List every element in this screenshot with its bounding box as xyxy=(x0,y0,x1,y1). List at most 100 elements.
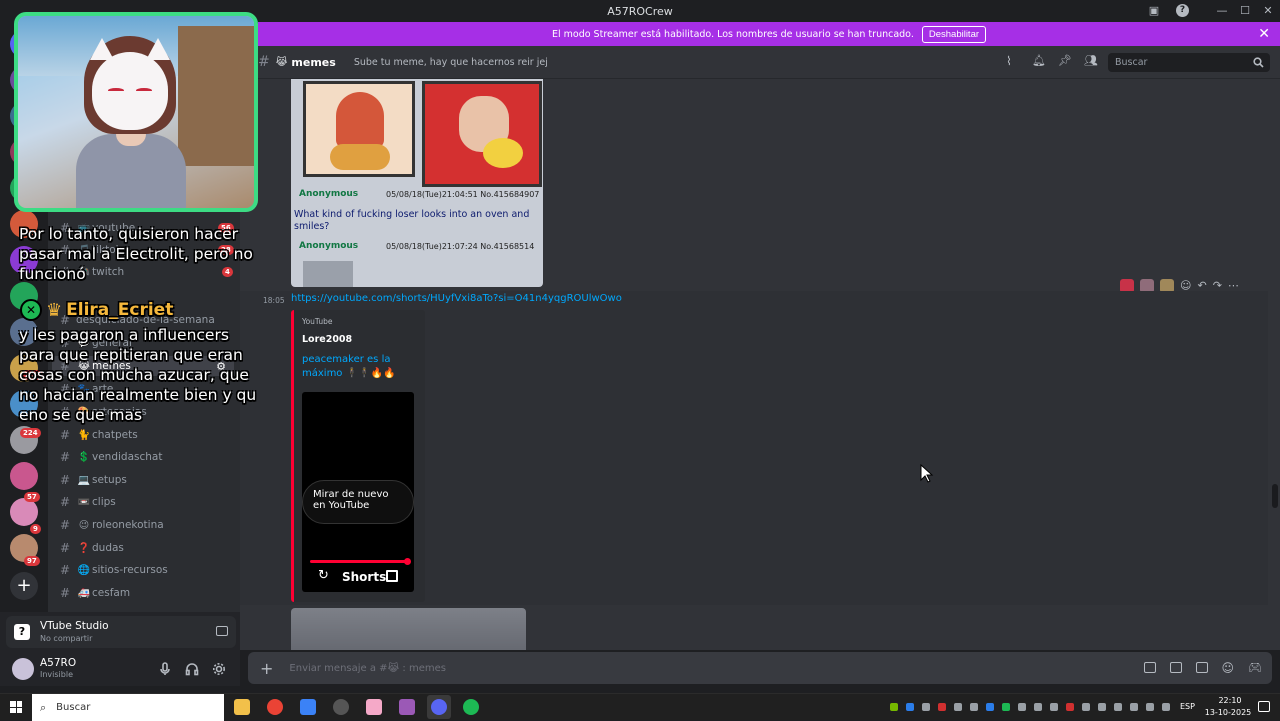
mouse-cursor-icon xyxy=(920,464,934,483)
sticker-icon[interactable] xyxy=(1196,662,1208,673)
overlay-caption: Por lo tanto, quisieron hacer pasar mal … xyxy=(19,225,253,283)
language-indicator[interactable]: ESP xyxy=(1180,702,1195,711)
disable-streamer-button[interactable]: Deshabilitar xyxy=(921,25,987,43)
close-icon[interactable]: ✕ xyxy=(1258,26,1270,42)
file-explorer-icon[interactable] xyxy=(234,699,250,715)
channel-cesfam[interactable]: # 🚑 cesfam xyxy=(60,583,130,603)
embed-author[interactable]: Lore2008 xyxy=(302,334,352,345)
volume-icon[interactable] xyxy=(1114,703,1122,711)
add-attachment-icon[interactable]: + xyxy=(260,659,273,678)
youtube-embed: YouTube Lore2008 peacemaker es la máximo… xyxy=(291,310,425,602)
gift-icon[interactable] xyxy=(1144,662,1156,673)
close-window-button[interactable]: ✕ xyxy=(1260,3,1276,19)
bluetooth-icon[interactable] xyxy=(906,703,914,711)
windows-start-icon[interactable] xyxy=(10,701,22,713)
progress-handle[interactable] xyxy=(404,558,411,565)
help-icon[interactable]: ? xyxy=(1176,4,1189,17)
embed-title[interactable]: peacemaker es la máximo 🕴🕴🔥🔥 xyxy=(302,353,420,381)
channel-sitios-recursos[interactable]: # 🌐 sitios-recursos xyxy=(60,560,168,580)
tray-icon[interactable] xyxy=(1162,703,1170,711)
threads-icon[interactable]: ⌇ xyxy=(1006,54,1012,68)
overlay-caption: y les pagaron a influencers para que rep… xyxy=(19,326,257,424)
tray-icon[interactable] xyxy=(1050,703,1058,711)
tray-icon[interactable] xyxy=(970,703,978,711)
gif-icon[interactable] xyxy=(1170,662,1182,673)
app-icon[interactable] xyxy=(300,699,316,715)
clock-time[interactable]: 22:10 xyxy=(1210,696,1250,705)
tray-icon[interactable] xyxy=(938,703,946,711)
post-text: What kind of fucking loser looks into an… xyxy=(294,209,530,232)
window-title: A57ROCrew xyxy=(607,4,673,18)
bookshelf xyxy=(178,26,254,166)
bell-icon[interactable]: 🔔︎ xyxy=(1032,54,1046,67)
tray-icon[interactable] xyxy=(1066,703,1074,711)
channel-dudas[interactable]: # ❓ dudas xyxy=(60,538,124,558)
youtube-link[interactable]: https://youtube.com/shorts/HUyfVxi8aTo?s… xyxy=(291,293,622,304)
user-panel: ? VTube Studio No compartir A57RO Invisi… xyxy=(0,612,240,686)
platform-icon: ✕ xyxy=(20,299,42,321)
post-name: Anonymous xyxy=(299,241,359,251)
watch-again-button[interactable]: Mirar de nuevo en YouTube xyxy=(302,480,414,524)
search-icon: ⌕ xyxy=(40,700,47,714)
avatar[interactable] xyxy=(12,658,34,680)
minimize-button[interactable]: — xyxy=(1214,3,1230,19)
video-player[interactable]: Mirar de nuevo en YouTube ↻ Shorts xyxy=(302,392,414,592)
taskbar-search[interactable]: ⌕ Buscar xyxy=(32,694,224,721)
add-server-icon[interactable]: + xyxy=(10,572,38,600)
meme-image[interactable]: Anonymous 05/08/18(Tue)21:04:51 No.41568… xyxy=(291,79,543,287)
chrome-icon[interactable] xyxy=(267,699,283,715)
tray-icon[interactable] xyxy=(1082,703,1090,711)
channel-topic: Sube tu meme, hay que hacernos reir jej xyxy=(353,56,548,68)
activity-card[interactable]: ? VTube Studio No compartir xyxy=(6,616,236,648)
discord-taskbar-button[interactable] xyxy=(427,695,451,719)
inbox-icon[interactable]: ▣ xyxy=(1146,3,1162,19)
crown-icon: ♛ xyxy=(46,299,63,321)
screen-share-icon[interactable] xyxy=(216,626,228,636)
clock-date[interactable]: 13-10-2025 xyxy=(1200,708,1256,717)
maximize-button[interactable]: ☐ xyxy=(1237,3,1253,19)
user-name: A57RO xyxy=(40,657,77,669)
channel-roleonekotina[interactable]: # 😉 roleonekotina xyxy=(60,515,164,535)
message-input[interactable]: Enviar mensaje a #😹 : memes xyxy=(289,663,446,674)
video-progress[interactable] xyxy=(310,560,408,563)
tray-icon[interactable] xyxy=(1146,703,1154,711)
notifications-icon[interactable] xyxy=(1258,701,1270,712)
tray-icon[interactable] xyxy=(1018,703,1026,711)
members-icon[interactable]: 👥︎ xyxy=(1084,54,1098,67)
message-list: Anonymous 05/08/18(Tue)21:04:51 No.41568… xyxy=(240,79,1280,650)
server-icon[interactable] xyxy=(10,462,38,490)
tray-icon[interactable] xyxy=(954,703,962,711)
vtube-studio-icon: ? xyxy=(14,624,30,640)
channel-setups[interactable]: # 💻 setups xyxy=(60,470,127,490)
tray-icon[interactable] xyxy=(922,703,930,711)
emoji-icon[interactable]: ☺ xyxy=(1221,661,1234,675)
fullscreen-icon[interactable] xyxy=(386,570,398,582)
tray-icon[interactable] xyxy=(1098,703,1106,711)
channel-title: memes xyxy=(291,55,336,69)
meme-panel-right xyxy=(422,81,542,187)
app-icon[interactable] xyxy=(399,699,415,715)
search-input[interactable]: Buscar xyxy=(1108,53,1270,72)
server-icon[interactable] xyxy=(10,498,38,526)
gear-icon[interactable] xyxy=(212,662,226,676)
spotify-icon[interactable] xyxy=(463,699,479,715)
microphone-icon[interactable] xyxy=(158,662,172,676)
network-icon[interactable] xyxy=(1130,703,1138,711)
channel-vendidaschat[interactable]: # 💲 vendidaschat xyxy=(60,447,162,467)
obs-icon[interactable] xyxy=(333,699,349,715)
message-composer[interactable]: + Enviar mensaje a #😹 : memes ☺ 🎮︎ xyxy=(248,652,1272,684)
replay-icon[interactable]: ↻ xyxy=(318,568,329,583)
tray-icon[interactable] xyxy=(1034,703,1042,711)
channel-chatpets[interactable]: # 🐈 chatpets xyxy=(60,425,138,445)
tray-icon[interactable] xyxy=(1002,703,1010,711)
scrollbar-thumb[interactable] xyxy=(1272,484,1278,508)
blurred-image[interactable] xyxy=(291,608,526,650)
channel-clips[interactable]: # 📼 clips xyxy=(60,492,116,512)
pin-icon[interactable]: 📌︎ xyxy=(1058,54,1072,67)
apps-icon[interactable]: 🎮︎ xyxy=(1248,661,1262,674)
user-status: Invisible xyxy=(40,670,73,679)
app-icon[interactable] xyxy=(366,699,382,715)
nvidia-icon[interactable] xyxy=(890,703,898,711)
tray-icon[interactable] xyxy=(986,703,994,711)
headphones-icon[interactable] xyxy=(185,662,199,676)
